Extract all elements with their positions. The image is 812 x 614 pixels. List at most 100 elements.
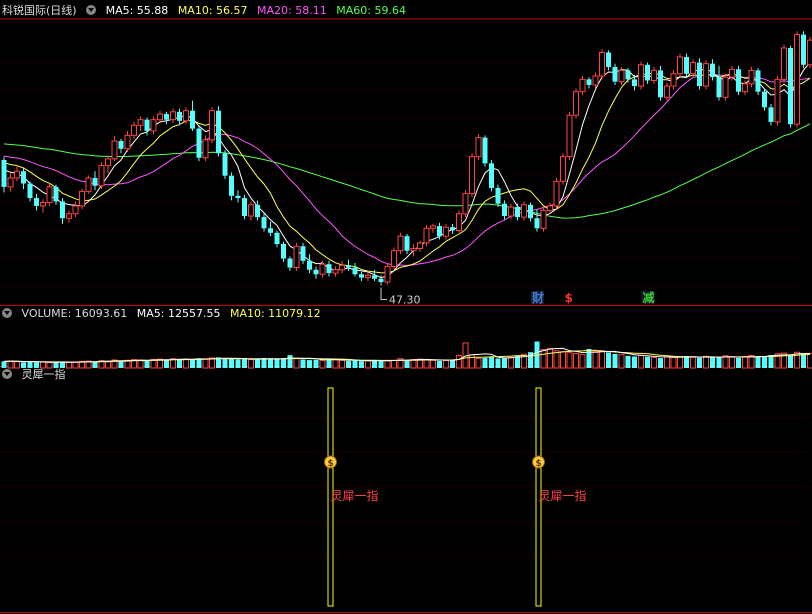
dropdown-icon[interactable]	[2, 369, 12, 379]
dropdown-icon[interactable]	[2, 308, 12, 318]
volume-bar	[658, 358, 663, 368]
candle-body	[417, 242, 423, 249]
candle-body	[216, 110, 221, 154]
candle-body	[423, 227, 430, 244]
volume-bar	[742, 356, 748, 369]
candle-body	[645, 64, 650, 81]
volume-bar	[755, 356, 761, 368]
volume-bar	[281, 358, 286, 368]
candle-body	[534, 218, 540, 229]
volume-bar	[274, 359, 280, 368]
candle-body	[365, 274, 371, 279]
candle-body	[300, 246, 306, 261]
volume-bar	[307, 360, 312, 368]
volume-bar	[489, 357, 494, 368]
indicator-header: 灵犀一指	[2, 367, 72, 383]
candle-body	[60, 201, 65, 219]
candle-body	[274, 232, 280, 244]
volume-bar	[801, 353, 806, 368]
candle-body	[586, 79, 592, 85]
candle-body	[625, 70, 631, 80]
volume-bar	[651, 356, 657, 369]
volume-bar	[430, 359, 436, 369]
candle-body	[521, 204, 527, 218]
candle-body	[14, 170, 20, 179]
candle-body	[79, 190, 85, 207]
candle-body	[40, 202, 46, 207]
candle-body	[781, 47, 787, 80]
candle-body	[359, 274, 364, 278]
candle-body	[339, 264, 345, 271]
candle-body	[92, 177, 98, 186]
volume-bar	[391, 359, 397, 369]
candle-body	[437, 226, 442, 237]
candle-body	[352, 267, 358, 275]
candle-body	[293, 245, 300, 269]
candle-body	[703, 63, 709, 87]
candle-body	[7, 177, 14, 188]
ma20-readout: MA20: 58.11	[257, 4, 327, 17]
volume-bar	[404, 359, 410, 368]
candle-body	[508, 206, 514, 217]
volume-bar	[606, 352, 611, 368]
candle-body	[495, 188, 501, 204]
volume-bar	[716, 357, 722, 368]
candle-body	[170, 111, 176, 121]
volume-bar	[508, 356, 514, 369]
volume-bar	[618, 354, 625, 369]
candle-body	[632, 79, 637, 87]
volume-bar	[710, 356, 715, 368]
candle-body	[599, 51, 605, 77]
volume-bar	[729, 356, 735, 369]
volume-bar	[450, 360, 455, 368]
candle-body	[762, 91, 767, 108]
candle-body	[684, 56, 689, 74]
dropdown-icon[interactable]	[86, 5, 97, 15]
volume-bar	[664, 356, 670, 369]
volume-bar	[807, 352, 812, 369]
candle-body	[742, 83, 748, 93]
candle-body	[697, 62, 702, 87]
candle-body	[540, 209, 547, 229]
candle-body	[664, 85, 670, 98]
candle-body	[807, 39, 812, 66]
candle-body	[326, 264, 332, 274]
volume-bar	[365, 360, 371, 369]
volume-bars	[1, 341, 812, 369]
volume-bar	[579, 353, 586, 369]
candle-body	[736, 69, 741, 92]
volume-bar	[475, 357, 482, 369]
candle-body	[346, 265, 351, 268]
candle-body	[202, 139, 209, 159]
candle-body	[391, 250, 397, 267]
candle-body	[190, 110, 195, 129]
volume-bar	[443, 360, 449, 369]
volume-bar	[372, 360, 377, 368]
volume-bar	[684, 356, 689, 368]
candle-body	[592, 75, 599, 86]
candle-body	[268, 228, 273, 233]
ma5-readout: MA5: 55.88	[105, 4, 169, 17]
candle-body	[502, 203, 507, 216]
candle-body	[242, 198, 247, 216]
candle-body	[651, 69, 657, 81]
candle-body	[319, 263, 326, 275]
volume-bar	[326, 359, 332, 368]
candle-body	[27, 183, 33, 199]
signal-label: 灵犀一指	[331, 488, 379, 503]
candle-body	[1, 160, 7, 187]
candle-body	[404, 236, 410, 251]
candle-body	[255, 204, 260, 218]
chart-title: 科锐国际(日线)	[2, 4, 77, 17]
candle-body	[579, 78, 586, 93]
volume-bar	[332, 359, 339, 369]
candle-body	[410, 247, 417, 252]
candle-body	[469, 156, 475, 195]
volume-bar	[722, 355, 729, 369]
ma10-readout: MA10: 56.57	[177, 4, 248, 17]
volume-bar	[599, 350, 605, 369]
volume-bar	[183, 358, 189, 369]
volume-bar	[255, 358, 260, 368]
volume-bar	[144, 360, 150, 368]
volume-bar	[788, 355, 793, 368]
